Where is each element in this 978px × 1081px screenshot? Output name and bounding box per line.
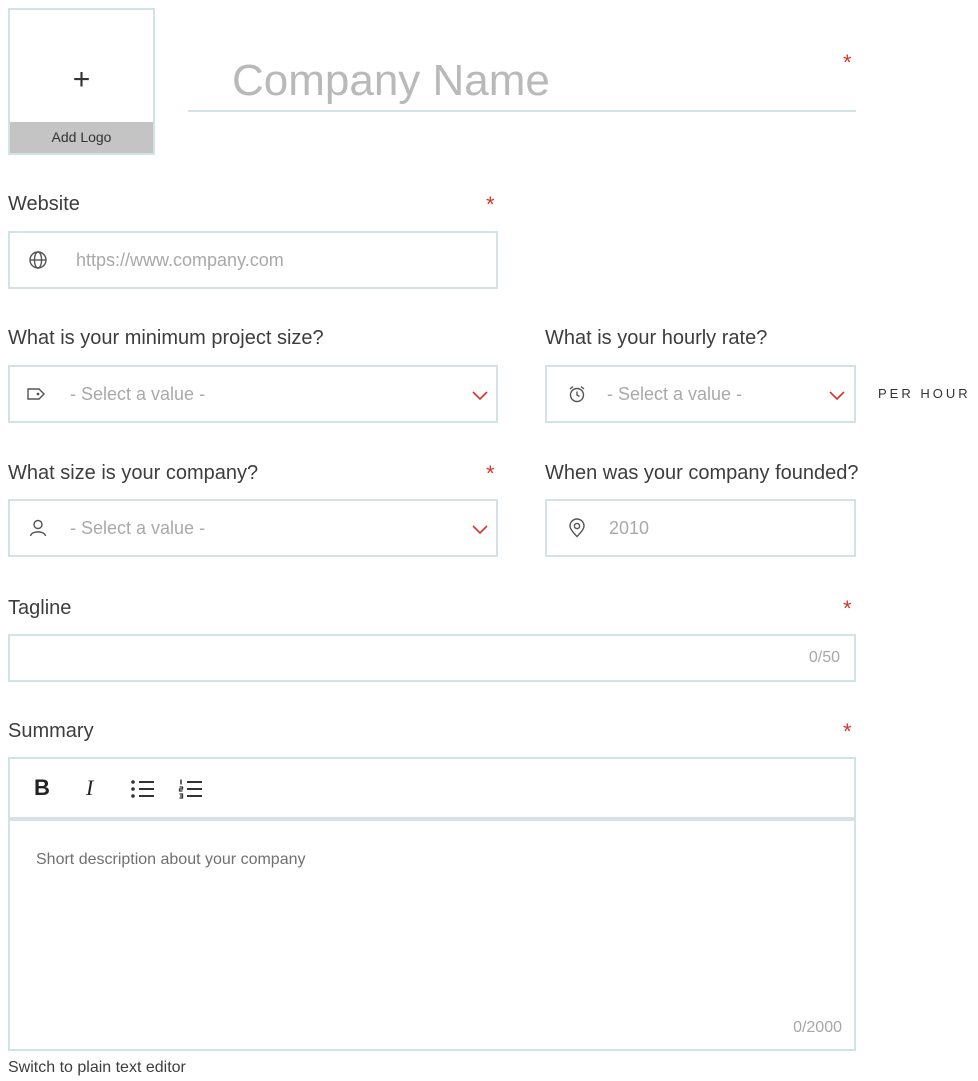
summary-label: Summary xyxy=(8,720,94,742)
summary-editor-toolbar: B I xyxy=(8,757,856,819)
company-size-label: What size is your company? xyxy=(8,462,259,484)
tagline-label: Tagline xyxy=(8,597,72,619)
italic-button[interactable]: I xyxy=(86,773,93,803)
summary-placeholder: Short description about your company xyxy=(36,851,306,868)
user-icon xyxy=(29,519,47,537)
chevron-down-icon xyxy=(472,525,488,535)
hourly-rate-label: What is your hourly rate? xyxy=(545,327,768,349)
min-project-size-select[interactable]: - Select a value - xyxy=(8,365,498,423)
company-name-required-marker: * xyxy=(843,50,852,75)
switch-to-plain-text-link[interactable]: Switch to plain text editor xyxy=(8,1058,186,1078)
bullet-list-icon[interactable] xyxy=(130,778,156,800)
company-size-value: - Select a value - xyxy=(70,518,206,538)
min-project-size-value: - Select a value - xyxy=(70,384,206,404)
plus-icon: + xyxy=(72,63,91,96)
website-input[interactable]: https://www.company.com xyxy=(8,231,498,289)
tag-icon xyxy=(27,388,45,400)
company-name-input[interactable]: Company Name xyxy=(188,56,856,112)
website-label: Website xyxy=(8,193,80,215)
summary-counter: 0/2000 xyxy=(793,1019,842,1036)
alarm-clock-icon xyxy=(569,385,585,403)
hourly-rate-value: - Select a value - xyxy=(607,384,743,404)
founded-placeholder: 2010 xyxy=(609,518,650,538)
tagline-counter: 0/50 xyxy=(808,649,840,666)
hourly-rate-select[interactable]: - Select a value - xyxy=(545,365,856,423)
bold-button[interactable]: B xyxy=(34,773,50,803)
min-project-size-label: What is your minimum project size? xyxy=(8,327,324,349)
company-size-required-marker: * xyxy=(486,461,495,486)
tagline-required-marker: * xyxy=(843,596,852,621)
summary-editor-body[interactable]: Short description about your company 0/2… xyxy=(8,819,856,1051)
company-size-select[interactable]: - Select a value - xyxy=(8,499,498,557)
tagline-input[interactable]: 0/50 xyxy=(8,634,856,682)
website-required-marker: * xyxy=(486,192,495,217)
chevron-down-icon xyxy=(472,391,488,401)
numbered-list-icon[interactable] xyxy=(178,778,204,800)
add-logo-button[interactable]: + Add Logo xyxy=(8,8,155,155)
chevron-down-icon xyxy=(829,391,845,401)
website-placeholder: https://www.company.com xyxy=(76,250,284,270)
founded-label: When was your company founded? xyxy=(545,462,859,484)
summary-required-marker: * xyxy=(843,719,852,744)
add-logo-label: Add Logo xyxy=(10,122,153,153)
per-hour-suffix: PER HOUR xyxy=(878,386,971,401)
founded-input[interactable]: 2010 xyxy=(545,499,856,557)
globe-icon xyxy=(29,251,47,269)
location-pin-icon xyxy=(569,518,585,538)
